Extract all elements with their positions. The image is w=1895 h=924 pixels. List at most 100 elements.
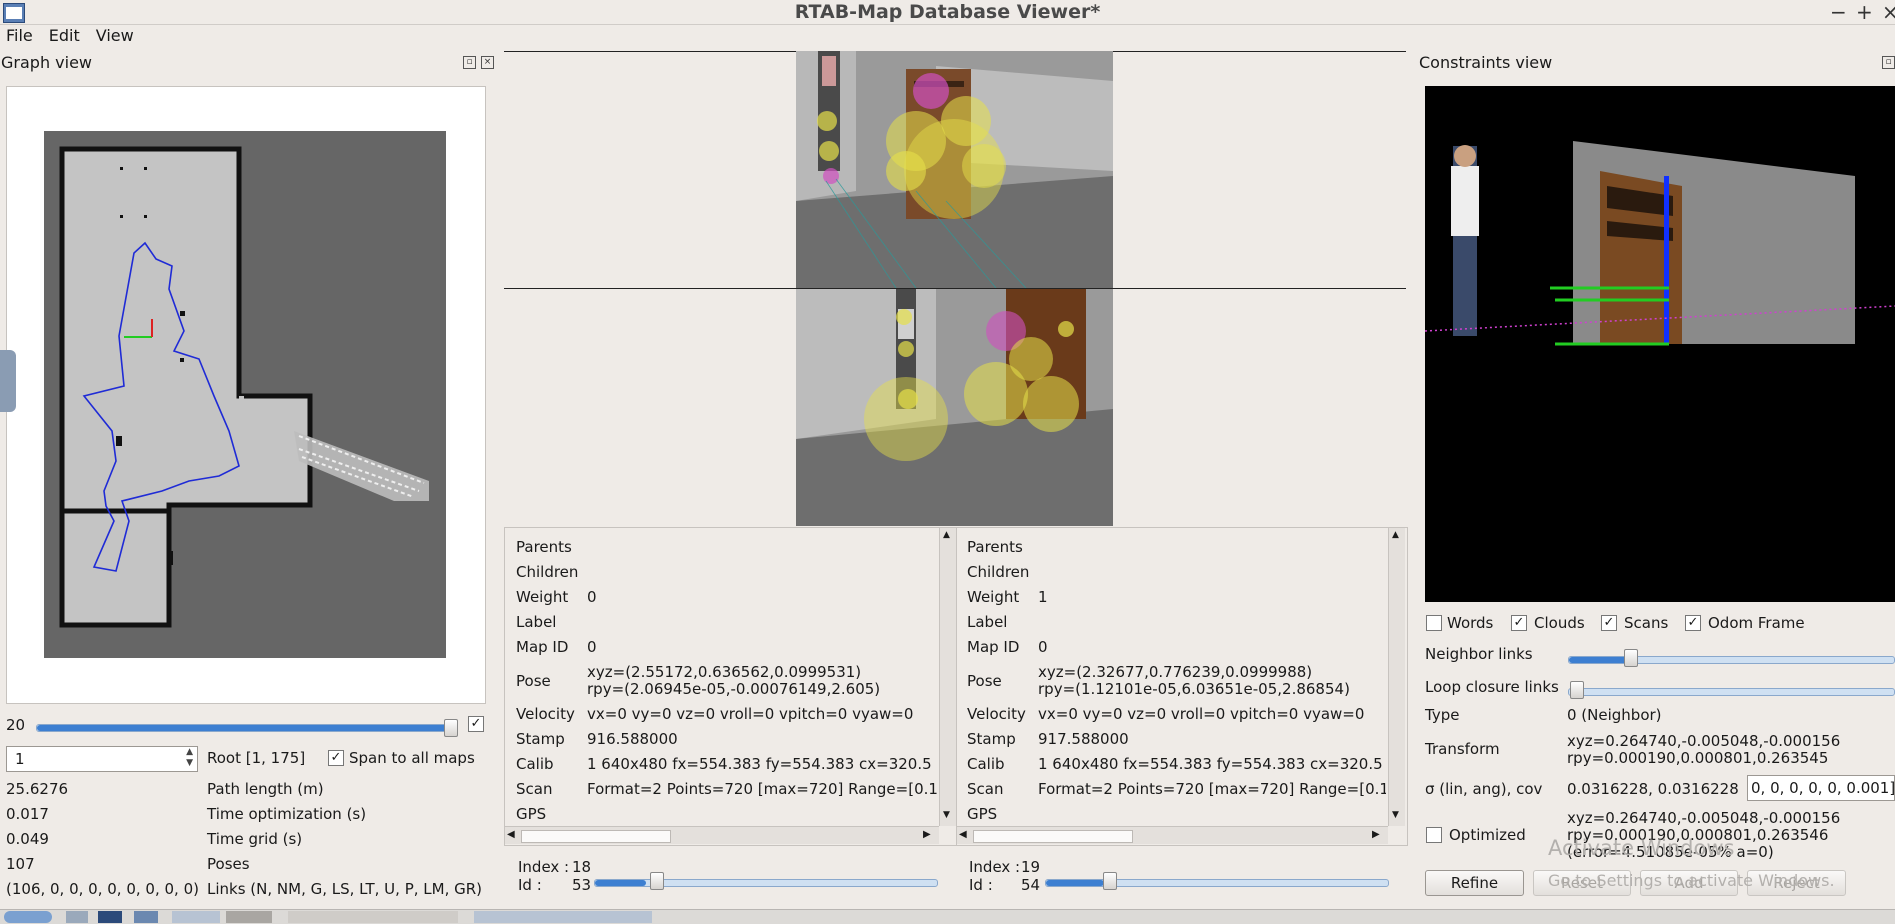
taskbar-terminal-icon[interactable] — [98, 911, 122, 923]
menu-bar: File Edit View — [0, 26, 144, 48]
transform-rpy: rpy=0.000190,0.000801,0.263545 — [1567, 749, 1829, 767]
spin-arrows-icon[interactable]: ▲ ▼ — [186, 747, 193, 769]
stat-poses-label: Poses — [207, 855, 250, 873]
refine-button[interactable]: Refine — [1425, 870, 1524, 896]
constraints-view-title: Constraints view — [1419, 53, 1553, 72]
left-scan-label: Scan — [516, 780, 553, 798]
hscroll-thumb[interactable] — [521, 830, 671, 843]
root-id-spinbox[interactable]: 1 ▲ ▼ — [6, 746, 198, 772]
scroll-right-icon[interactable]: ▶ — [1372, 829, 1380, 840]
left-scan-value: Format=2 Points=720 [max=720] Range=[0.1 — [587, 780, 937, 798]
window-title: RTAB-Map Database Viewer* — [794, 1, 1101, 23]
left-weight-label: Weight — [516, 588, 569, 606]
close-button[interactable]: × — [1882, 0, 1895, 24]
scroll-left-icon[interactable]: ◀ — [507, 829, 515, 840]
left-index-value: 18 — [572, 858, 592, 876]
left-calib-label: Calib — [516, 755, 554, 773]
right-id-label: Id : — [969, 876, 993, 894]
loop-closure-slider[interactable] — [1568, 688, 1895, 696]
right-scan-label: Scan — [967, 780, 1004, 798]
title-bar: RTAB-Map Database Viewer* − + × — [0, 0, 1895, 25]
menu-edit[interactable]: Edit — [49, 26, 80, 45]
taskbar — [0, 909, 1895, 924]
left-calib-value: 1 640x480 fx=554.383 fy=554.383 cx=320.5 — [587, 755, 932, 773]
right-stamp-label: Stamp — [967, 730, 1016, 748]
left-mapid-label: Map ID — [516, 638, 569, 656]
right-weight-value: 1 — [1038, 588, 1048, 606]
image-node-b[interactable] — [796, 289, 1113, 526]
left-velocity-label: Velocity — [516, 705, 575, 723]
left-mapid-value: 0 — [587, 638, 597, 656]
graph-iteration-slider[interactable] — [36, 724, 454, 732]
right-stamp-value: 917.588000 — [1038, 730, 1129, 748]
taskbar-window-icon[interactable] — [134, 911, 158, 923]
left-pose-label: Pose — [516, 672, 551, 690]
right-pose-label: Pose — [967, 672, 1002, 690]
left-info-hscrollbar[interactable]: ◀ ▶ — [505, 826, 939, 844]
loop-closure-slider-handle[interactable] — [1570, 681, 1584, 699]
neighbor-links-slider[interactable] — [1568, 656, 1895, 664]
graph-slider-handle[interactable] — [444, 719, 458, 737]
clouds-checkbox[interactable]: ✓ — [1511, 615, 1527, 631]
right-info-vscrollbar[interactable]: ▲ ▼ — [1388, 528, 1405, 826]
scroll-down-icon[interactable]: ▼ — [1392, 810, 1399, 820]
optimized-xyz: xyz=0.264740,-0.005048,-0.000156 — [1567, 809, 1841, 827]
left-index-label: Index : — [518, 858, 570, 876]
root-label: Root [1, 175] — [207, 749, 306, 767]
start-button[interactable] — [4, 911, 52, 923]
left-id-value: 53 — [572, 876, 592, 894]
left-pose-rpy: rpy=(2.06945e-05,-0.00076149,2.605) — [587, 680, 881, 698]
dock-handle[interactable] — [0, 350, 16, 412]
right-info-hscrollbar[interactable]: ◀ ▶ — [957, 826, 1388, 844]
covariance-input[interactable]: 0, 0, 0, 0, 0, 0.001] — [1747, 775, 1895, 801]
left-gps-label: GPS — [516, 805, 547, 823]
scroll-right-icon[interactable]: ▶ — [923, 829, 931, 840]
right-scan-value: Format=2 Points=720 [max=720] Range=[0.1 — [1038, 780, 1386, 798]
maximize-button[interactable]: + — [1856, 0, 1873, 24]
scroll-down-icon[interactable]: ▼ — [943, 810, 950, 820]
stat-path-length-value: 25.6276 — [6, 780, 69, 798]
image-node-a[interactable] — [796, 51, 1113, 288]
right-index-slider-handle[interactable] — [1103, 872, 1117, 890]
scans-checkbox[interactable]: ✓ — [1601, 615, 1617, 631]
image-a-svg — [796, 51, 1113, 288]
left-stamp-label: Stamp — [516, 730, 565, 748]
left-info-vscrollbar[interactable]: ▲ ▼ — [939, 528, 956, 826]
words-label: Words — [1447, 614, 1494, 632]
menu-file[interactable]: File — [6, 26, 33, 45]
constraints-3d-view[interactable] — [1425, 86, 1895, 602]
float-icon[interactable]: ▫ — [1882, 56, 1895, 69]
taskbar-terminal-window[interactable] — [288, 911, 458, 923]
minimize-button[interactable]: − — [1830, 0, 1847, 24]
scroll-left-icon[interactable]: ◀ — [959, 829, 967, 840]
left-label-label: Label — [516, 613, 557, 631]
sigma-label: σ (lin, ang), cov — [1425, 780, 1543, 798]
right-id-value: 54 — [1021, 876, 1041, 894]
occupancy-grid-map[interactable] — [44, 131, 446, 658]
left-weight-value: 0 — [587, 588, 597, 606]
scroll-up-icon[interactable]: ▲ — [943, 530, 950, 540]
scroll-up-icon[interactable]: ▲ — [1392, 530, 1399, 540]
graph-slider-checkbox[interactable]: ✓ — [468, 716, 484, 732]
neighbor-links-slider-handle[interactable] — [1624, 649, 1638, 667]
optimized-label: Optimized — [1449, 826, 1526, 844]
stat-time-grid-label: Time grid (s) — [207, 830, 303, 848]
stat-time-grid-value: 0.049 — [6, 830, 49, 848]
hscroll-thumb[interactable] — [973, 830, 1133, 843]
optimized-checkbox[interactable] — [1426, 827, 1442, 843]
left-index-slider-handle[interactable] — [650, 872, 664, 890]
taskbar-viewer-window[interactable] — [474, 911, 652, 923]
menu-view[interactable]: View — [96, 26, 134, 45]
span-maps-checkbox[interactable]: ✓ — [328, 750, 344, 766]
odom-frame-checkbox[interactable]: ✓ — [1685, 615, 1701, 631]
close-dock-icon[interactable]: × — [481, 56, 494, 69]
right-velocity-label: Velocity — [967, 705, 1026, 723]
words-checkbox[interactable] — [1426, 615, 1442, 631]
taskbar-item[interactable] — [172, 911, 220, 923]
left-index-slider[interactable] — [594, 879, 938, 887]
taskbar-item[interactable] — [226, 911, 272, 923]
stat-time-opt-value: 0.017 — [6, 805, 49, 823]
taskbar-app-icon[interactable] — [66, 911, 88, 923]
right-index-slider[interactable] — [1045, 879, 1389, 887]
float-icon[interactable]: ▫ — [463, 56, 476, 69]
